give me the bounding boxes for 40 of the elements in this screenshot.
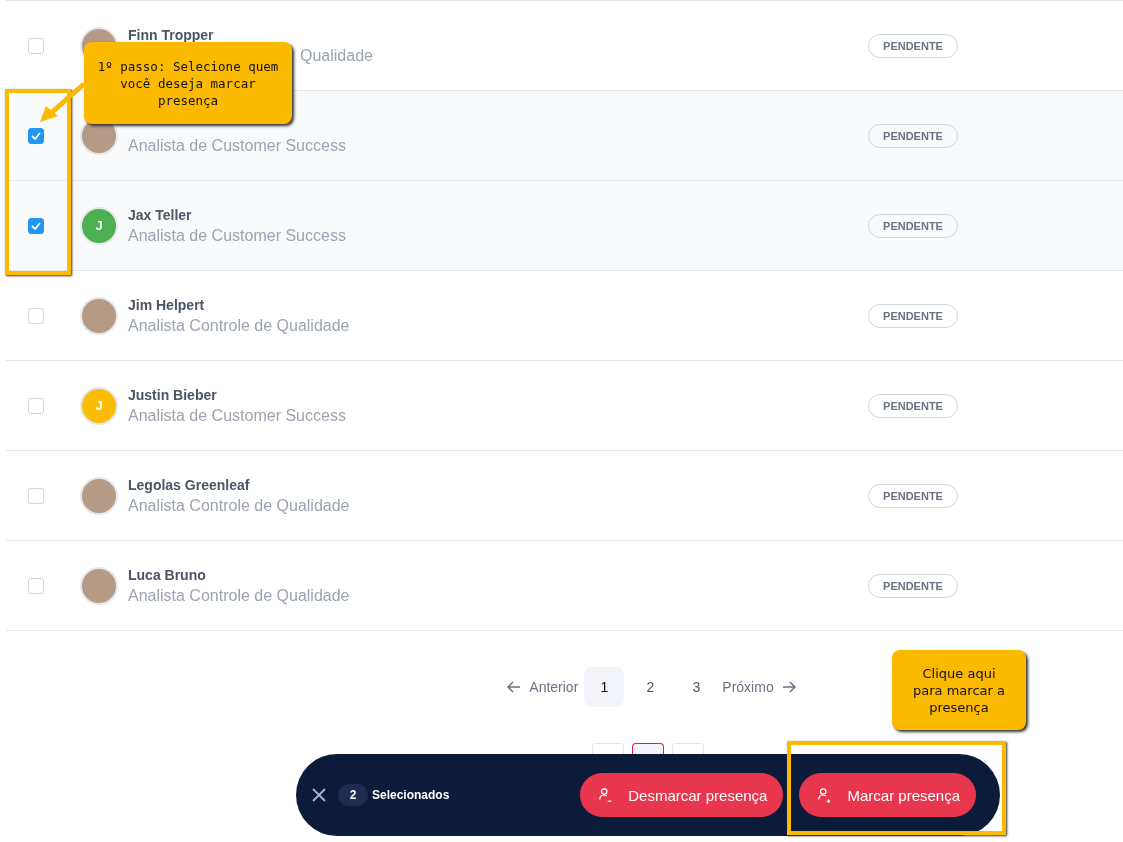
unmark-attendance-button[interactable]: Desmarcar presença	[580, 773, 784, 817]
person-role: Analista Controle de Qualidade	[128, 316, 350, 334]
close-icon[interactable]	[312, 788, 326, 802]
person-role: Analista de Customer Success	[128, 226, 346, 244]
person-role: Analista de Customer Success	[128, 406, 346, 424]
selected-count: 2	[338, 784, 368, 806]
avatar-initial: J	[80, 206, 118, 245]
tutorial-callout: 1º passo: Selecione quem você deseja marcar presença	[84, 42, 292, 124]
page-button[interactable]: 1	[584, 667, 625, 707]
person-name: Justin Bieber	[128, 386, 217, 403]
table-row[interactable]: Luca Bruno Analista Controle de Qualidade PENDENTE	[6, 541, 1123, 631]
person-role: Analista Controle de Qualidade	[128, 496, 350, 514]
row-checkbox[interactable]	[28, 217, 44, 234]
previous-page-button[interactable]: Anterior	[507, 679, 579, 695]
arrow-right-icon	[781, 681, 796, 693]
table-row[interactable]: Legolas Greenleaf Analista Controle de Qualidade PENDENTE	[6, 451, 1123, 541]
page-button[interactable]: 2	[630, 667, 671, 707]
person-name: Luca Bruno	[128, 566, 206, 583]
tutorial-callout: Clique aqui para marcar a presença	[892, 650, 1026, 730]
checkmark-icon	[31, 131, 41, 140]
arrow-left-icon	[507, 681, 522, 693]
avatar-photo-placeholder	[80, 296, 118, 335]
checkmark-icon	[31, 221, 41, 230]
person-role: Analista Controle de Qualidade	[128, 586, 350, 604]
avatar-photo-placeholder	[80, 566, 118, 605]
mark-attendance-button[interactable]: Marcar presença	[799, 773, 976, 817]
person-name: Jax Teller	[128, 206, 192, 223]
page-button[interactable]: 3	[676, 667, 717, 707]
person-role: Qualidade	[300, 46, 373, 64]
person-role: Analista de Customer Success	[128, 136, 346, 154]
person-name: Finn Tropper	[128, 26, 214, 43]
next-page-button[interactable]: Próximo	[722, 679, 796, 695]
avatar-initial: J	[80, 386, 118, 425]
table-row[interactable]: J Justin Bieber Analista de Customer Success PENDENTE	[6, 361, 1123, 451]
selected-label: Selecionados	[372, 788, 451, 802]
avatar-photo-placeholder	[80, 476, 118, 515]
row-checkbox[interactable]	[28, 127, 44, 144]
person-name: Jim Helpert	[128, 296, 205, 313]
table-row[interactable]: Jim Helpert Analista Controle de Qualidade PENDENTE	[6, 271, 1123, 361]
person-name: Legolas Greenleaf	[128, 476, 250, 493]
